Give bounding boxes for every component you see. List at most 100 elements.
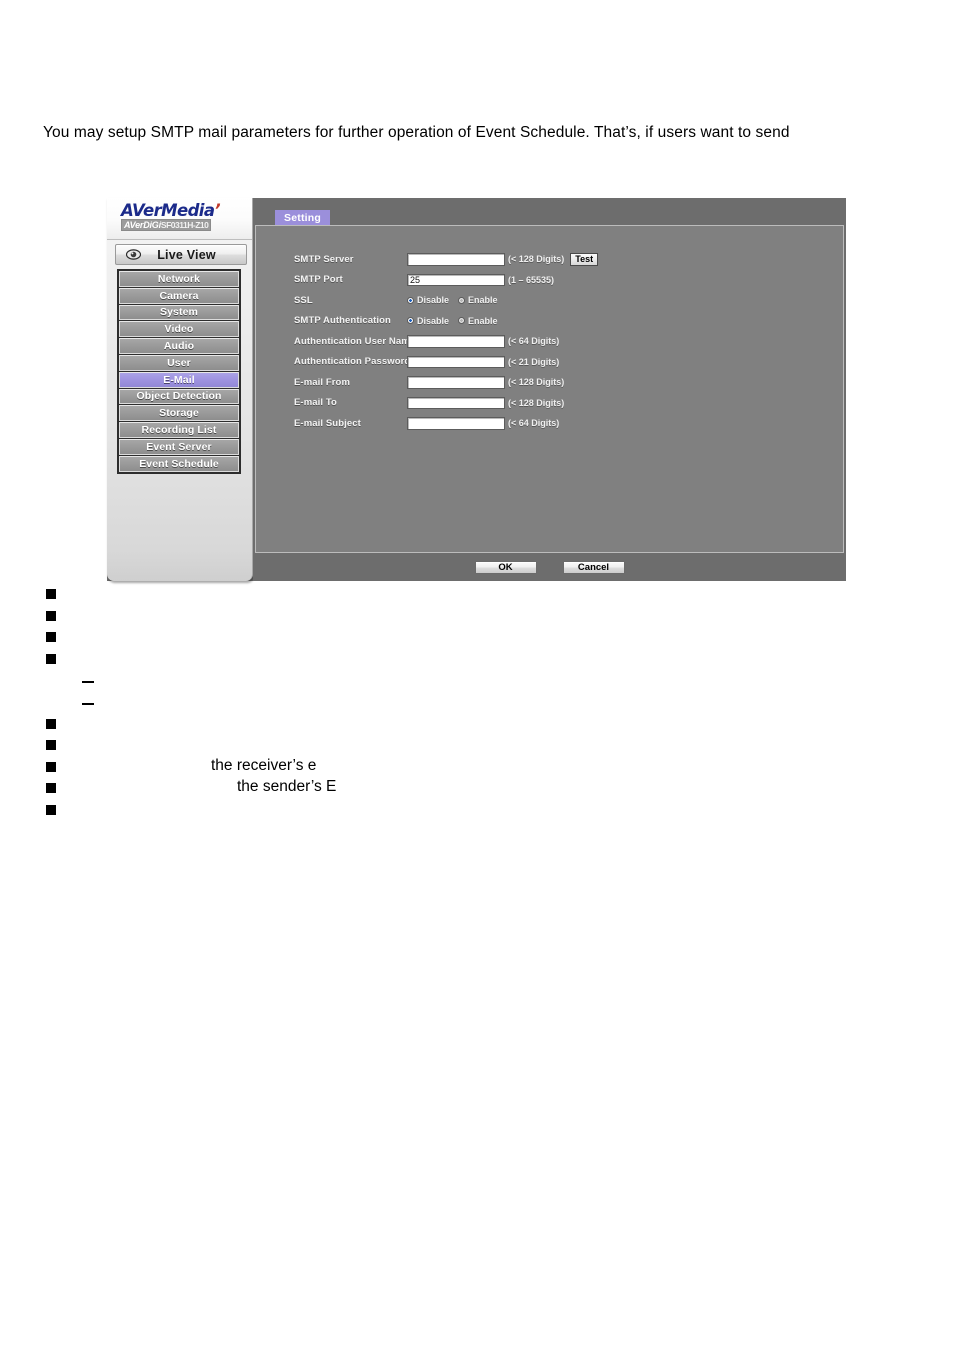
sidebar-item-event-server[interactable]: Event Server: [119, 438, 239, 455]
sidebar-item-event-schedule[interactable]: Event Schedule: [119, 455, 239, 472]
radio-disable[interactable]: Disable: [407, 295, 449, 305]
sidebar-item-video[interactable]: Video: [119, 321, 239, 338]
sidebar-item-label: Storage: [159, 407, 199, 420]
list-item: [0, 583, 954, 605]
form-row: SSL Disable Enable: [294, 290, 598, 311]
sidebar-item-label: Video: [164, 323, 194, 336]
radio-label: Enable: [468, 315, 498, 326]
logo-media-text: Media: [161, 201, 215, 220]
input-e-mail-from[interactable]: [407, 376, 505, 389]
logo-trademark: ’: [214, 201, 221, 220]
square-bullet-icon: [46, 610, 56, 621]
input-smtp-port[interactable]: 25: [407, 273, 505, 286]
list-item: [0, 713, 954, 735]
field-label: SSL: [294, 294, 313, 306]
live-view-button[interactable]: Live View: [115, 244, 247, 265]
sidebar-item-object-detection[interactable]: Object Detection: [119, 388, 239, 405]
form-row: SMTP Server (< 128 Digits) Test: [294, 249, 599, 270]
field-hint: (< 128 Digits): [508, 377, 565, 388]
form-row: SMTP Port 25 (1 – 65535): [294, 270, 598, 291]
avermedia-logo: AVerMedia’: [121, 201, 221, 220]
logo-aver-text: AVer: [121, 201, 162, 220]
input-e-mail-to[interactable]: [407, 396, 505, 409]
sidebar-item-label: Event Schedule: [139, 457, 219, 470]
square-bullet-icon: [46, 761, 56, 772]
sidebar-item-camera[interactable]: Camera: [119, 287, 239, 304]
input-authentication-user-name[interactable]: [407, 335, 505, 348]
sidebar-item-audio[interactable]: Audio: [119, 338, 239, 354]
form-row: E-mail From (< 128 Digits): [294, 372, 598, 393]
square-bullet-icon: [46, 653, 56, 664]
ok-button[interactable]: OK: [474, 560, 537, 574]
content-area: Setting SMTP Server (< 128 Digits) Test SMT…: [253, 198, 846, 581]
radio-dot-icon: [458, 317, 466, 325]
eye-icon: [126, 249, 141, 260]
list-item: [0, 626, 954, 648]
radio-dot-icon: [458, 296, 466, 304]
field-label: SMTP Server: [294, 253, 354, 265]
input-authentication-password[interactable]: [407, 355, 505, 368]
form-row: Authentication User Name (< 64 Digits): [294, 331, 598, 352]
input-e-mail-subject[interactable]: [407, 417, 505, 430]
radio-enable[interactable]: Enable: [458, 316, 498, 326]
live-view-label: Live View: [157, 247, 216, 262]
list-item: [0, 669, 954, 691]
tab-setting[interactable]: Setting: [275, 210, 330, 225]
sidebar-item-label: Object Detection: [136, 390, 222, 403]
sidebar-item-e-mail[interactable]: E-Mail: [119, 371, 239, 388]
list-item: [0, 799, 954, 821]
panel-footer: OK Cancel: [253, 553, 846, 581]
field-label: SMTP Authentication: [294, 315, 391, 327]
list-item: [0, 605, 954, 627]
list-item: [0, 648, 954, 670]
tab-bar: Setting: [253, 198, 846, 225]
radio-dot-icon: [407, 296, 414, 304]
square-bullet-icon: [46, 740, 56, 751]
form-row: SMTP Authentication Disable Enable: [294, 311, 598, 332]
model-number: SF0311H-Z10: [160, 220, 209, 230]
radio-disable[interactable]: Disable: [407, 316, 449, 326]
list-item: the sender’s E: [0, 777, 954, 799]
list-item: the receiver’s e: [0, 756, 954, 778]
square-bullet-icon: [46, 804, 56, 815]
logo-area: AVerMedia’ AVerDiGiSF0311H-Z10: [107, 198, 252, 240]
square-bullet-icon: [46, 783, 56, 794]
dash-bullet-icon: [82, 702, 94, 705]
input-smtp-server[interactable]: [407, 253, 505, 266]
field-hint: (< 64 Digits): [508, 418, 560, 429]
sidebar-item-label: Network: [157, 272, 201, 285]
list-item-text: the sender’s E: [237, 778, 337, 796]
field-hint: (< 128 Digits): [508, 254, 565, 265]
list-item-text: the receiver’s e: [211, 756, 317, 774]
form-row: E-mail Subject (< 64 Digits): [294, 413, 598, 434]
form-row: Authentication Password (< 21 Digits): [294, 352, 598, 373]
application-window: AVerMedia’ AVerDiGiSF0311H-Z10 Live View…: [107, 198, 846, 581]
field-label: E-mail To: [294, 397, 337, 409]
cancel-button[interactable]: Cancel: [562, 560, 625, 574]
radio-label: Disable: [417, 315, 450, 326]
sidebar-item-label: Audio: [163, 340, 195, 353]
sub-brand-badge: AVerDiGiSF0311H-Z10: [121, 219, 212, 231]
sidebar-item-recording-list[interactable]: Recording List: [119, 422, 239, 438]
radio-dot-icon: [407, 317, 414, 325]
sidebar-item-system[interactable]: System: [119, 304, 239, 321]
field-label: Authentication User Name: [294, 335, 416, 347]
square-bullet-icon: [46, 632, 56, 643]
settings-panel: SMTP Server (< 128 Digits) Test SMTP Port 25…: [255, 225, 844, 553]
radio-enable[interactable]: Enable: [458, 295, 498, 305]
field-hint: (< 21 Digits): [508, 356, 560, 367]
square-bullet-icon: [46, 589, 56, 599]
email-settings-form: SMTP Server (< 128 Digits) Test SMTP Port 25…: [294, 249, 599, 434]
bullet-list: the receiver’s e the sender’s E: [0, 583, 954, 821]
test-button[interactable]: Test: [570, 252, 599, 266]
field-label: E-mail Subject: [294, 417, 361, 429]
sidebar: AVerMedia’ AVerDiGiSF0311H-Z10 Live View…: [107, 198, 253, 581]
sub-brand-text: AVerDiGi: [124, 220, 161, 230]
sidebar-item-label: System: [160, 306, 198, 319]
sidebar-item-user[interactable]: User: [119, 354, 239, 371]
sidebar-item-network[interactable]: Network: [119, 271, 239, 287]
sidebar-item-storage[interactable]: Storage: [119, 405, 239, 422]
radio-group: Disable Enable: [407, 316, 507, 326]
field-hint: (1 – 65535): [508, 274, 555, 285]
dash-bullet-icon: [82, 681, 94, 684]
